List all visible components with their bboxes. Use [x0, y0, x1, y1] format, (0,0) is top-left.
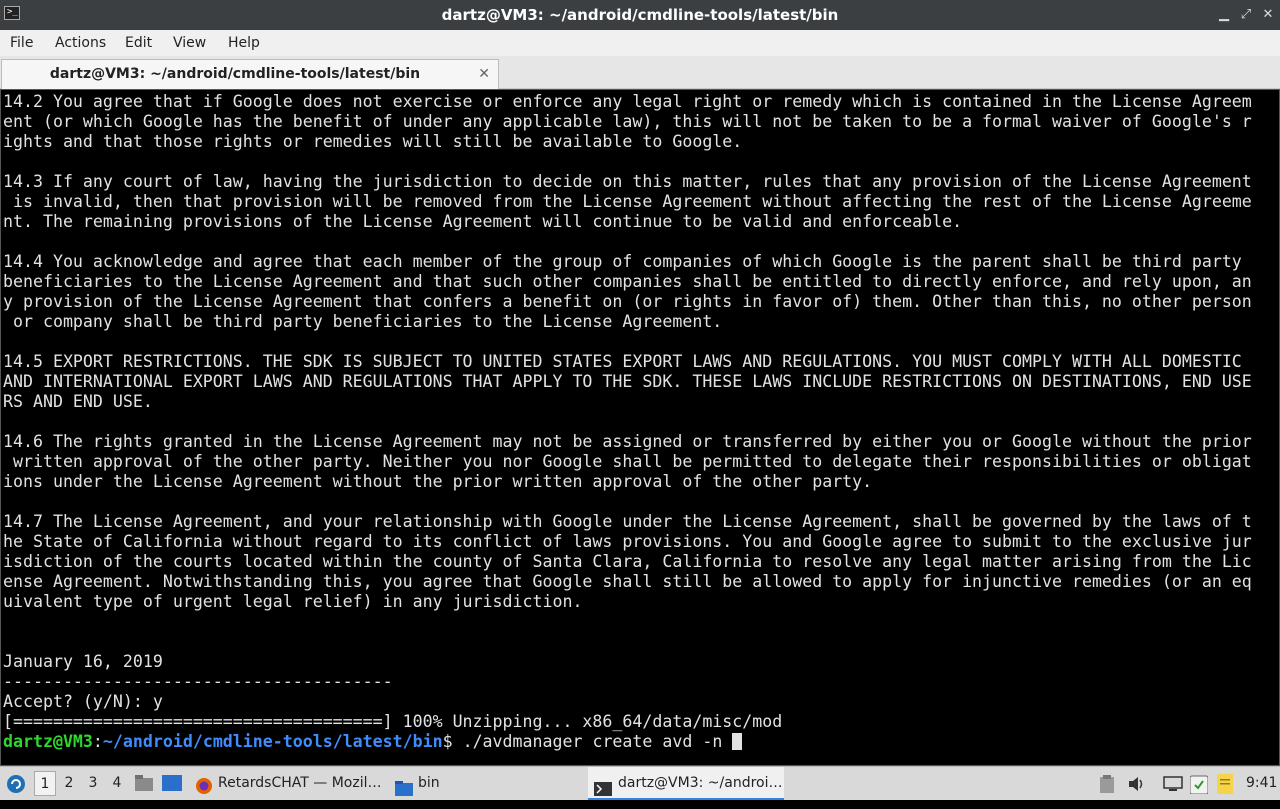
terminal-line: AND INTERNATIONAL EXPORT LAWS AND REGULA…: [3, 372, 1252, 391]
task-terminal-label: dartz@VM3: ~/androi…: [618, 775, 783, 791]
network-icon[interactable]: [1163, 776, 1183, 796]
prompt-path: ~/android/cmdline-tools/latest/bin: [102, 732, 443, 751]
firefox-icon: [195, 775, 213, 808]
task-files-label: bin: [418, 775, 440, 791]
terminal-line: [=====================================] …: [3, 712, 783, 731]
terminal-output[interactable]: 14.2 You agree that if Google does not e…: [0, 89, 1280, 766]
minimize-icon[interactable]: ▁: [1213, 0, 1235, 30]
terminal-line: ent (or which Google has the benefit of …: [3, 112, 1252, 131]
desktop-launcher-icon[interactable]: [162, 775, 182, 795]
terminal-line: 14.2 You agree that if Google does not e…: [3, 92, 1252, 111]
menu-file[interactable]: File: [10, 30, 33, 56]
notes-icon[interactable]: [1217, 774, 1233, 798]
terminal-line: is invalid, then that provision will be …: [3, 192, 1252, 211]
folder-icon: [395, 776, 413, 809]
menubar: File Actions Edit View Help: [0, 30, 1280, 56]
terminal-line: Accept? (y/N): y: [3, 692, 163, 711]
terminal-task-icon: [594, 776, 612, 809]
terminal-line: ions under the License Agreement without…: [3, 472, 873, 491]
terminal-line: 14.7 The License Agreement, and your rel…: [3, 512, 1252, 531]
task-terminal[interactable]: dartz@VM3: ~/androi…: [588, 767, 784, 800]
terminal-prompt-line[interactable]: dartz@VM3:~/android/cmdline-tools/latest…: [3, 732, 743, 752]
terminal-line: uivalent type of urgent legal relief) in…: [3, 592, 583, 611]
prompt-end: $: [442, 732, 463, 751]
terminal-line: ---------------------------------------: [3, 672, 393, 691]
window-title: dartz@VM3: ~/android/cmdline-tools/lates…: [441, 6, 839, 24]
clipboard-icon[interactable]: [1100, 775, 1114, 797]
file-manager-launcher-icon[interactable]: [135, 775, 153, 795]
terminal-line: isdiction of the courts located within t…: [3, 552, 1252, 571]
workspace-3[interactable]: 3: [82, 771, 104, 796]
terminal-line: 14.3 If any court of law, having the jur…: [3, 172, 1252, 191]
terminal-line: he State of California without regard to…: [3, 532, 1252, 551]
tab-terminal[interactable]: dartz@VM3: ~/android/cmdline-tools/lates…: [1, 59, 499, 89]
start-menu-icon[interactable]: [6, 774, 26, 798]
volume-icon[interactable]: [1127, 775, 1145, 797]
workspace-4[interactable]: 4: [106, 771, 128, 796]
window-titlebar[interactable]: >_ dartz@VM3: ~/android/cmdline-tools/la…: [0, 0, 1280, 30]
terminal-line: beneficiaries to the License Agreement a…: [3, 272, 1252, 291]
update-notifier-icon[interactable]: [1189, 774, 1209, 798]
task-firefox-label: RetardsCHAT — Mozil…: [218, 775, 382, 791]
command-input[interactable]: ./avdmanager create avd -n: [463, 732, 733, 751]
workspace-1[interactable]: 1: [34, 771, 56, 796]
task-files[interactable]: bin: [392, 767, 502, 800]
prompt-user: dartz@VM3: [3, 732, 93, 751]
taskbar: 1 2 3 4 RetardsCHAT — Mozil… bin dartz@V…: [0, 766, 1280, 800]
terminal-line: written approval of the other party. Nei…: [3, 452, 1252, 471]
terminal-line: 14.5 EXPORT RESTRICTIONS. THE SDK IS SUB…: [3, 352, 1242, 371]
menu-actions[interactable]: Actions: [55, 30, 106, 56]
terminal-line: RS AND END USE.: [3, 392, 153, 411]
terminal-line: or company shall be third party benefici…: [3, 312, 723, 331]
terminal-line: 14.4 You acknowledge and agree that each…: [3, 252, 1242, 271]
terminal-line: 14.6 The rights granted in the License A…: [3, 432, 1252, 451]
tab-close-icon[interactable]: ✕: [478, 60, 490, 88]
terminal-line: January 16, 2019: [3, 652, 163, 671]
maximize-icon[interactable]: ⤢: [1235, 0, 1257, 30]
prompt-separator: :: [92, 732, 103, 751]
terminal-line: nt. The remaining provisions of the Lice…: [3, 212, 963, 231]
terminal-line: ights and that those rights or remedies …: [3, 132, 743, 151]
task-firefox[interactable]: RetardsCHAT — Mozil…: [192, 767, 387, 800]
workspace-2[interactable]: 2: [58, 771, 80, 796]
tab-bar: dartz@VM3: ~/android/cmdline-tools/lates…: [0, 56, 1280, 89]
menu-view[interactable]: View: [173, 30, 206, 56]
menu-edit[interactable]: Edit: [125, 30, 152, 56]
tab-label: dartz@VM3: ~/android/cmdline-tools/lates…: [49, 66, 421, 82]
clock[interactable]: 9:41: [1246, 767, 1277, 800]
terminal-line: ense Agreement. Notwithstanding this, yo…: [3, 572, 1252, 591]
terminal-line: y provision of the License Agreement tha…: [3, 292, 1252, 311]
text-cursor: [732, 733, 743, 750]
menu-help[interactable]: Help: [228, 30, 260, 56]
close-icon[interactable]: ✕: [1257, 0, 1279, 30]
terminal-scrollbar[interactable]: [1253, 90, 1279, 765]
